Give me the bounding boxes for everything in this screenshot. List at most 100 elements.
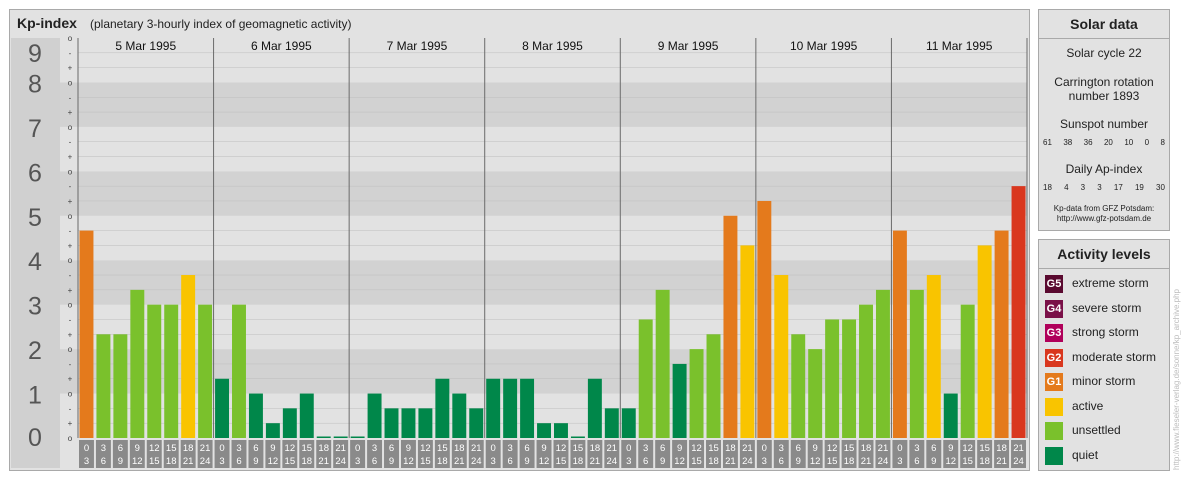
kp-bar	[486, 378, 501, 438]
sunspot-value: 0	[1144, 138, 1150, 147]
hour-start-label: 3	[914, 443, 919, 454]
hour-start-label: 6	[118, 443, 123, 454]
activity-title-divider	[1039, 268, 1169, 269]
hour-end-label: 9	[389, 456, 394, 467]
hour-end-label: 18	[301, 456, 312, 467]
hour-start-label: 9	[135, 443, 140, 454]
kp-bar	[672, 363, 687, 438]
hour-start-label: 12	[285, 443, 296, 454]
hour-start-label: 21	[471, 443, 482, 454]
hour-end-label: 6	[236, 456, 241, 467]
kp-bar	[554, 423, 568, 438]
vertical-credit-url: http://www.fieseler-verlag.de/sonne/kp_a…	[1172, 289, 1181, 470]
kp-bar	[842, 319, 857, 438]
hour-start-label: 21	[607, 443, 618, 454]
y-subtick-label: -	[69, 315, 72, 324]
y-subtick-label: -	[69, 360, 72, 369]
hour-end-label: 6	[372, 456, 377, 467]
legend-label: unsettled	[1072, 423, 1121, 437]
legend-item: unsettled	[1045, 420, 1169, 440]
hour-start-label: 18	[318, 443, 329, 454]
hour-end-label: 6	[914, 456, 919, 467]
y-subtick-label: +	[68, 375, 73, 384]
carrington-rotation-line2: number 1893	[1068, 89, 1140, 103]
hour-start-label: 21	[878, 443, 889, 454]
kp-band	[60, 215, 1027, 261]
hour-end-label: 6	[507, 456, 512, 467]
kp-bar	[638, 319, 653, 438]
hour-start-label: 18	[183, 443, 194, 454]
kp-bar	[299, 393, 314, 438]
sunspot-value: 10	[1124, 138, 1134, 147]
kp-bar	[350, 436, 365, 438]
kp-bar	[265, 423, 280, 438]
hour-start-label: 9	[541, 443, 546, 454]
kp-bar	[469, 408, 484, 438]
hour-end-label: 6	[643, 456, 648, 467]
kp-bar	[333, 436, 348, 438]
hour-end-label: 15	[691, 456, 702, 467]
y-tick-label: 1	[28, 382, 42, 410]
legend-item: G2 moderate storm	[1045, 347, 1169, 367]
legend-swatch: G5	[1045, 275, 1063, 293]
hour-start-label: 15	[301, 443, 312, 454]
ap-value: 3	[1097, 183, 1102, 192]
y-tick-label: 5	[28, 204, 42, 232]
carrington-rotation-line1: Carrington rotation	[1054, 75, 1154, 89]
kp-band	[60, 171, 1027, 216]
kp-bar	[79, 230, 94, 438]
hour-end-label: 6	[101, 456, 106, 467]
hour-end-label: 6	[779, 456, 784, 467]
kp-bar	[401, 408, 416, 438]
legend-label: strong storm	[1072, 325, 1139, 339]
data-source-line1: Kp-data from GFZ Potsdam:	[1053, 204, 1155, 213]
hour-end-label: 21	[183, 456, 194, 467]
hour-start-label: 6	[660, 443, 665, 454]
kp-bar	[570, 436, 585, 438]
hour-end-label: 9	[796, 456, 801, 467]
hour-start-label: 3	[372, 443, 377, 454]
hour-end-label: 21	[590, 456, 601, 467]
hour-start-label: 12	[149, 443, 160, 454]
y-subtick-label: o	[68, 212, 73, 221]
kp-bar	[655, 289, 670, 438]
data-source-link[interactable]: http://www.gfz-potsdam.de	[1039, 214, 1169, 224]
legend-swatch: G4	[1045, 299, 1063, 318]
kp-bar	[367, 393, 382, 438]
kp-bar	[723, 215, 738, 438]
hour-start-label: 15	[844, 443, 855, 454]
hour-start-label: 15	[573, 443, 584, 454]
hour-start-label: 6	[253, 443, 258, 454]
kp-bar	[621, 408, 636, 438]
hour-end-label: 12	[810, 456, 821, 467]
y-subtick-label: o	[68, 123, 73, 132]
kp-bar	[587, 378, 602, 438]
y-tick-label: 8	[28, 70, 42, 98]
y-subtick-label: -	[69, 404, 72, 413]
y-subtick-label: o	[68, 390, 73, 399]
kp-bar	[859, 304, 873, 438]
y-tick-label: 4	[28, 248, 42, 276]
kp-bar	[892, 230, 907, 438]
kp-bar	[740, 245, 755, 438]
hour-end-label: 18	[979, 456, 990, 467]
activity-levels-title: Activity levels	[1057, 246, 1151, 262]
legend-swatch	[1045, 422, 1063, 440]
kp-bar	[909, 289, 924, 438]
hour-start-label: 0	[897, 443, 902, 454]
kp-bar	[757, 200, 772, 438]
y-subtick-label: +	[68, 330, 73, 339]
sunspot-value: 8	[1160, 138, 1165, 147]
solar-cycle: Solar cycle 22	[1066, 46, 1142, 60]
legend-label: severe storm	[1072, 300, 1142, 315]
ap-values-row: 18 4 3 3 17 19 30	[1043, 183, 1165, 192]
hour-end-label: 24	[607, 456, 618, 467]
kp-band	[60, 126, 1027, 172]
hour-start-label: 18	[725, 443, 736, 454]
legend-swatch: G2	[1045, 348, 1063, 367]
hour-end-label: 21	[861, 456, 872, 467]
hour-end-label: 21	[996, 456, 1007, 467]
sunspot-value: 38	[1063, 138, 1073, 147]
y-subtick-label: +	[68, 64, 73, 73]
ap-value: 19	[1134, 183, 1144, 192]
